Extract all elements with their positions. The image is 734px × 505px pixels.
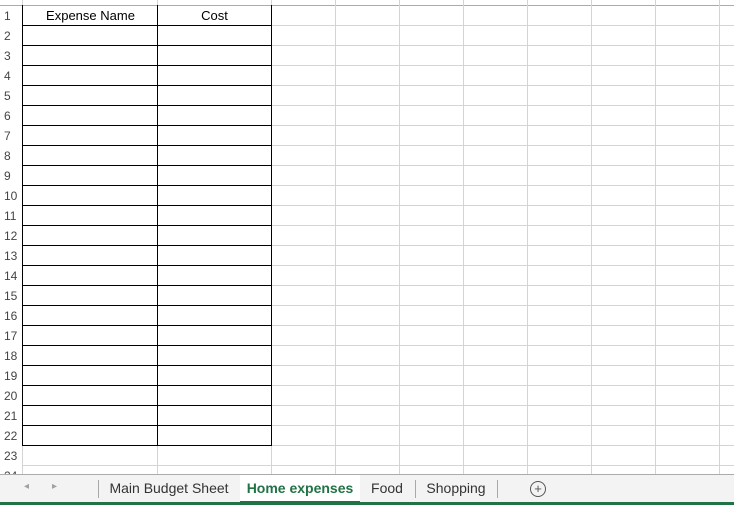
cost-cell[interactable] bbox=[157, 205, 272, 226]
cost-cell[interactable] bbox=[157, 245, 272, 266]
row-number[interactable]: 8 bbox=[0, 146, 21, 166]
cost-cell[interactable] bbox=[157, 225, 272, 246]
expense-name-cell[interactable] bbox=[22, 125, 158, 146]
sheet-tab-bar: ◂ ▸ Main Budget Sheet Home expenses Food… bbox=[0, 474, 734, 505]
row-number[interactable]: 1 bbox=[0, 6, 21, 26]
cost-cell[interactable] bbox=[157, 385, 272, 406]
expense-name-cell[interactable] bbox=[22, 365, 158, 386]
row-number[interactable]: 2 bbox=[0, 26, 21, 46]
cost-cell[interactable] bbox=[157, 145, 272, 166]
gridline bbox=[399, 0, 400, 474]
expense-name-cell[interactable] bbox=[22, 85, 158, 106]
expense-name-cell[interactable] bbox=[22, 265, 158, 286]
expense-name-cell[interactable] bbox=[22, 185, 158, 206]
add-sheet-icon[interactable]: + bbox=[530, 481, 546, 497]
tab-scroll-left-icon[interactable]: ◂ bbox=[24, 481, 29, 492]
expense-name-cell[interactable] bbox=[22, 245, 158, 266]
gridline bbox=[719, 0, 720, 474]
gridline bbox=[463, 0, 464, 474]
tab-home-expenses[interactable]: Home expenses bbox=[240, 475, 360, 503]
cost-cell[interactable] bbox=[157, 345, 272, 366]
expense-name-cell[interactable] bbox=[22, 345, 158, 366]
tab-scroll-right-icon[interactable]: ▸ bbox=[52, 481, 57, 492]
cost-cell[interactable] bbox=[157, 265, 272, 286]
row-number[interactable]: 3 bbox=[0, 46, 21, 66]
expense-name-cell[interactable] bbox=[22, 305, 158, 326]
row-number[interactable]: 13 bbox=[0, 246, 21, 266]
cost-cell[interactable] bbox=[157, 365, 272, 386]
cost-cell[interactable] bbox=[157, 325, 272, 346]
expense-name-cell[interactable] bbox=[22, 105, 158, 126]
cost-cell[interactable] bbox=[157, 125, 272, 146]
cost-cell[interactable] bbox=[157, 45, 272, 66]
row-number[interactable]: 7 bbox=[0, 126, 21, 146]
tab-main-budget-sheet[interactable]: Main Budget Sheet bbox=[104, 475, 234, 503]
row-number[interactable]: 16 bbox=[0, 306, 21, 326]
row-number[interactable]: 19 bbox=[0, 366, 21, 386]
expense-name-cell[interactable] bbox=[22, 45, 158, 66]
gridline bbox=[655, 0, 656, 474]
row-number[interactable]: 18 bbox=[0, 346, 21, 366]
row-number[interactable]: 21 bbox=[0, 406, 21, 426]
cost-cell[interactable] bbox=[157, 85, 272, 106]
cost-cell[interactable] bbox=[157, 65, 272, 86]
row-number[interactable]: 23 bbox=[0, 446, 21, 466]
header-cost[interactable]: Cost bbox=[158, 6, 271, 26]
expense-name-cell[interactable] bbox=[22, 25, 158, 46]
expense-name-cell[interactable] bbox=[22, 205, 158, 226]
cost-cell[interactable] bbox=[157, 165, 272, 186]
expense-name-cell[interactable] bbox=[22, 225, 158, 246]
expense-name-cell[interactable] bbox=[22, 385, 158, 406]
row-number[interactable]: 22 bbox=[0, 426, 21, 446]
expense-name-cell[interactable] bbox=[22, 65, 158, 86]
cost-cell[interactable] bbox=[157, 285, 272, 306]
gridline bbox=[22, 465, 734, 466]
row-number[interactable]: 9 bbox=[0, 166, 21, 186]
row-number[interactable]: 24 bbox=[0, 466, 21, 474]
cost-cell[interactable] bbox=[157, 405, 272, 426]
cost-cell[interactable] bbox=[157, 425, 272, 446]
header-expense-name[interactable]: Expense Name bbox=[23, 6, 158, 26]
spreadsheet-grid[interactable]: 123456789101112131415161718192021222324 … bbox=[0, 0, 734, 474]
expense-name-cell[interactable] bbox=[22, 285, 158, 306]
expense-name-cell[interactable] bbox=[22, 405, 158, 426]
expense-name-cell[interactable] bbox=[22, 325, 158, 346]
row-number[interactable]: 4 bbox=[0, 66, 21, 86]
tab-separator bbox=[98, 480, 99, 498]
cost-cell[interactable] bbox=[157, 305, 272, 326]
cost-cell[interactable] bbox=[157, 185, 272, 206]
tab-food[interactable]: Food bbox=[362, 475, 412, 503]
row-number[interactable]: 10 bbox=[0, 186, 21, 206]
row-number[interactable]: 6 bbox=[0, 106, 21, 126]
tab-separator bbox=[415, 480, 416, 498]
gridline bbox=[527, 0, 528, 474]
tab-separator bbox=[497, 480, 498, 498]
row-number[interactable]: 15 bbox=[0, 286, 21, 306]
cost-cell[interactable] bbox=[157, 25, 272, 46]
row-number[interactable]: 20 bbox=[0, 386, 21, 406]
gridline bbox=[335, 0, 336, 474]
row-number[interactable]: 12 bbox=[0, 226, 21, 246]
expense-name-cell[interactable] bbox=[22, 425, 158, 446]
cost-cell[interactable] bbox=[157, 105, 272, 126]
row-number[interactable]: 17 bbox=[0, 326, 21, 346]
tab-shopping[interactable]: Shopping bbox=[418, 475, 494, 503]
gridline bbox=[591, 0, 592, 474]
expense-name-cell[interactable] bbox=[22, 165, 158, 186]
row-number[interactable]: 11 bbox=[0, 206, 21, 226]
row-number[interactable]: 5 bbox=[0, 86, 21, 106]
expense-name-cell[interactable] bbox=[22, 145, 158, 166]
row-number[interactable]: 14 bbox=[0, 266, 21, 286]
